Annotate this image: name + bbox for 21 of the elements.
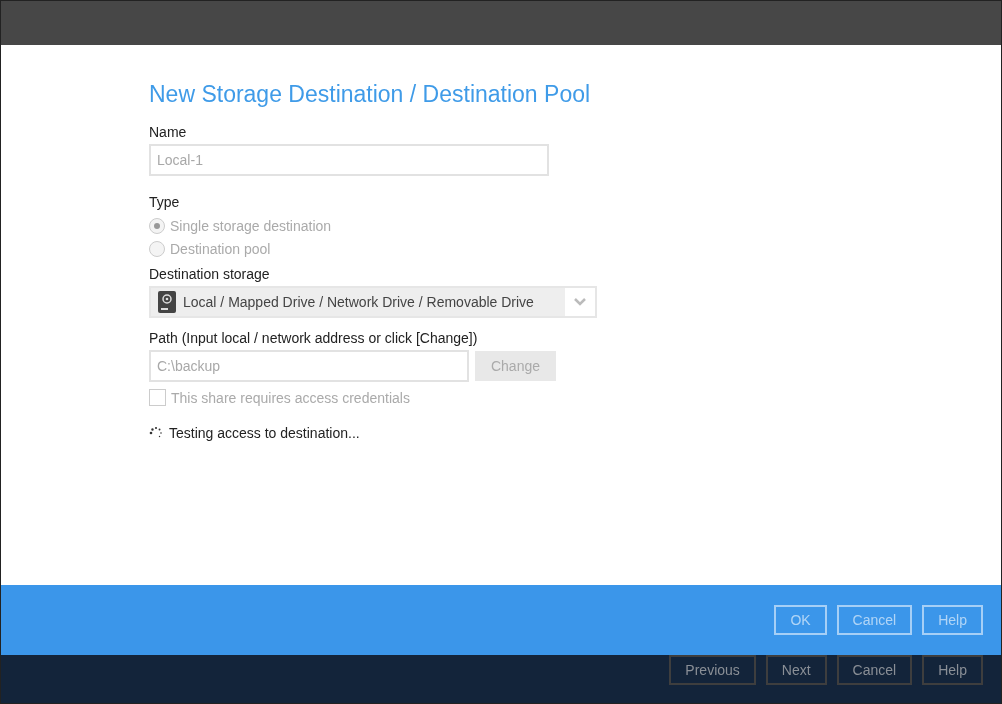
dropdown-value: Local / Mapped Drive / Network Drive / Removable Drive <box>183 294 534 310</box>
dialog-title: New Storage Destination / Destination Pool <box>149 81 591 108</box>
dialog-button[interactable]: Cancel <box>836 605 913 635</box>
status-text: Testing access to destination... <box>169 425 360 441</box>
wizard-button[interactable]: Help <box>922 655 983 685</box>
radio-label: Single storage destination <box>170 217 332 234</box>
destination-storage-label: Destination storage <box>149 266 270 282</box>
wizard-button[interactable]: Next <box>765 655 827 685</box>
wizard-button[interactable]: Previous <box>669 655 756 685</box>
chevron-down-icon <box>574 298 586 306</box>
checkbox-label: This share requires access credentials <box>171 389 410 406</box>
loading-spinner-icon <box>149 426 163 440</box>
dialog-button[interactable]: Help <box>922 605 983 635</box>
destination-storage-dropdown[interactable]: Local / Mapped Drive / Network Drive / Removable Drive <box>149 286 597 318</box>
wizard-button[interactable]: Cancel <box>836 655 913 685</box>
name-label: Name <box>149 124 187 140</box>
path-label: Path (Input local / network address or click [Change]) <box>149 330 478 346</box>
dialog-button[interactable]: OK <box>774 605 827 635</box>
hard-drive-icon <box>157 291 177 313</box>
radio-label: Destination pool <box>170 240 271 257</box>
type-label: Type <box>149 194 180 210</box>
